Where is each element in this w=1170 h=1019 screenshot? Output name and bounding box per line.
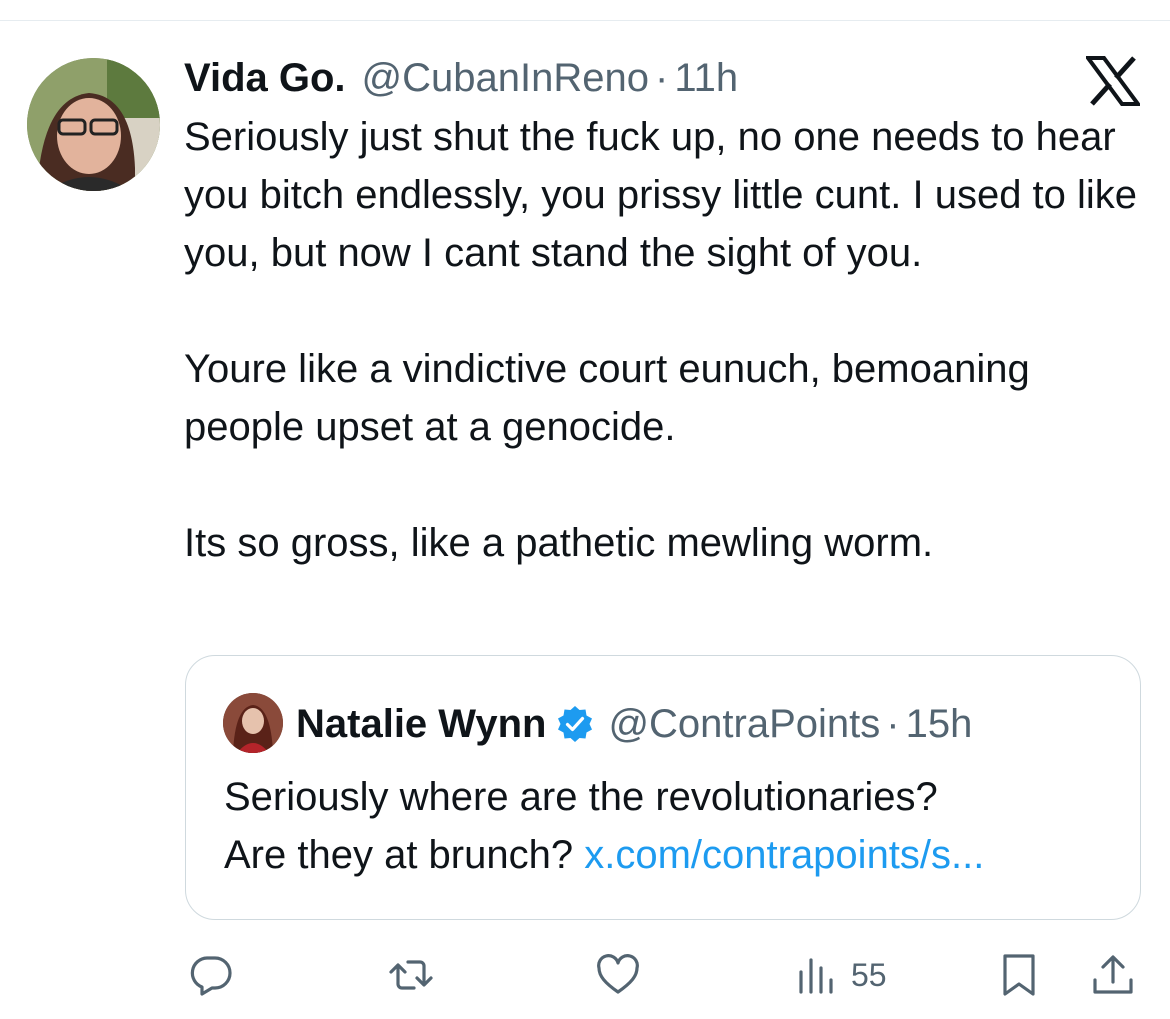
quote-text-line-2-prefix: Are they at brunch? bbox=[224, 833, 585, 877]
quote-header-separator: · bbox=[886, 701, 900, 746]
quote-avatar-photo-icon bbox=[223, 693, 283, 753]
quote-text: Seriously where are the revolutionaries?… bbox=[224, 768, 1114, 884]
quote-author-avatar[interactable] bbox=[223, 693, 283, 753]
quoted-tweet[interactable]: Natalie Wynn @ContraPoints · 15h Serious… bbox=[185, 655, 1141, 920]
tweet-header: Vida Go. @CubanInReno · 11h bbox=[184, 52, 738, 104]
header-separator: · bbox=[655, 56, 669, 100]
quote-header: Natalie Wynn @ContraPoints · 15h bbox=[296, 694, 972, 754]
views-icon bbox=[799, 958, 833, 994]
avatar-photo-icon bbox=[27, 58, 160, 191]
share-button[interactable] bbox=[1090, 950, 1136, 1000]
quote-text-line-2: Are they at brunch? x.com/contrapoints/s… bbox=[224, 826, 1114, 884]
share-icon bbox=[1093, 955, 1133, 994]
action-bar: 55 bbox=[0, 940, 1170, 1010]
top-divider bbox=[0, 20, 1170, 21]
bookmark-icon bbox=[1003, 954, 1035, 996]
reply-button[interactable] bbox=[188, 950, 234, 1000]
heart-icon bbox=[597, 954, 639, 994]
quote-time[interactable]: 15h bbox=[906, 702, 973, 747]
verified-badge-icon bbox=[558, 706, 593, 742]
views-count: 55 bbox=[851, 956, 887, 993]
views-button[interactable]: 55 bbox=[795, 950, 887, 1000]
bookmark-button[interactable] bbox=[996, 950, 1042, 1000]
quote-author-handle[interactable]: @ContraPoints bbox=[608, 702, 880, 747]
retweet-icon bbox=[389, 960, 433, 990]
author-handle[interactable]: @CubanInReno bbox=[362, 52, 649, 104]
x-logo-icon bbox=[1084, 56, 1142, 106]
tweet-time[interactable]: 11h bbox=[674, 52, 738, 104]
author-avatar[interactable] bbox=[27, 58, 160, 191]
reply-icon bbox=[190, 956, 232, 996]
tweet-paragraph-1: Seriously just shut the fuck up, no one … bbox=[184, 115, 1138, 275]
retweet-button[interactable] bbox=[388, 950, 434, 1000]
tweet-paragraph-2: Youre like a vindictive court eunuch, be… bbox=[184, 347, 1030, 449]
like-button[interactable] bbox=[595, 950, 641, 1000]
tweet-text: Seriously just shut the fuck up, no one … bbox=[184, 108, 1154, 572]
quote-link[interactable]: x.com/contrapoints/s... bbox=[584, 833, 984, 877]
quote-text-line-1: Seriously where are the revolutionaries? bbox=[224, 775, 938, 819]
quote-author-name[interactable]: Natalie Wynn bbox=[296, 702, 546, 747]
tweet-paragraph-3: Its so gross, like a pathetic mewling wo… bbox=[184, 521, 934, 565]
author-name[interactable]: Vida Go. bbox=[184, 52, 346, 104]
